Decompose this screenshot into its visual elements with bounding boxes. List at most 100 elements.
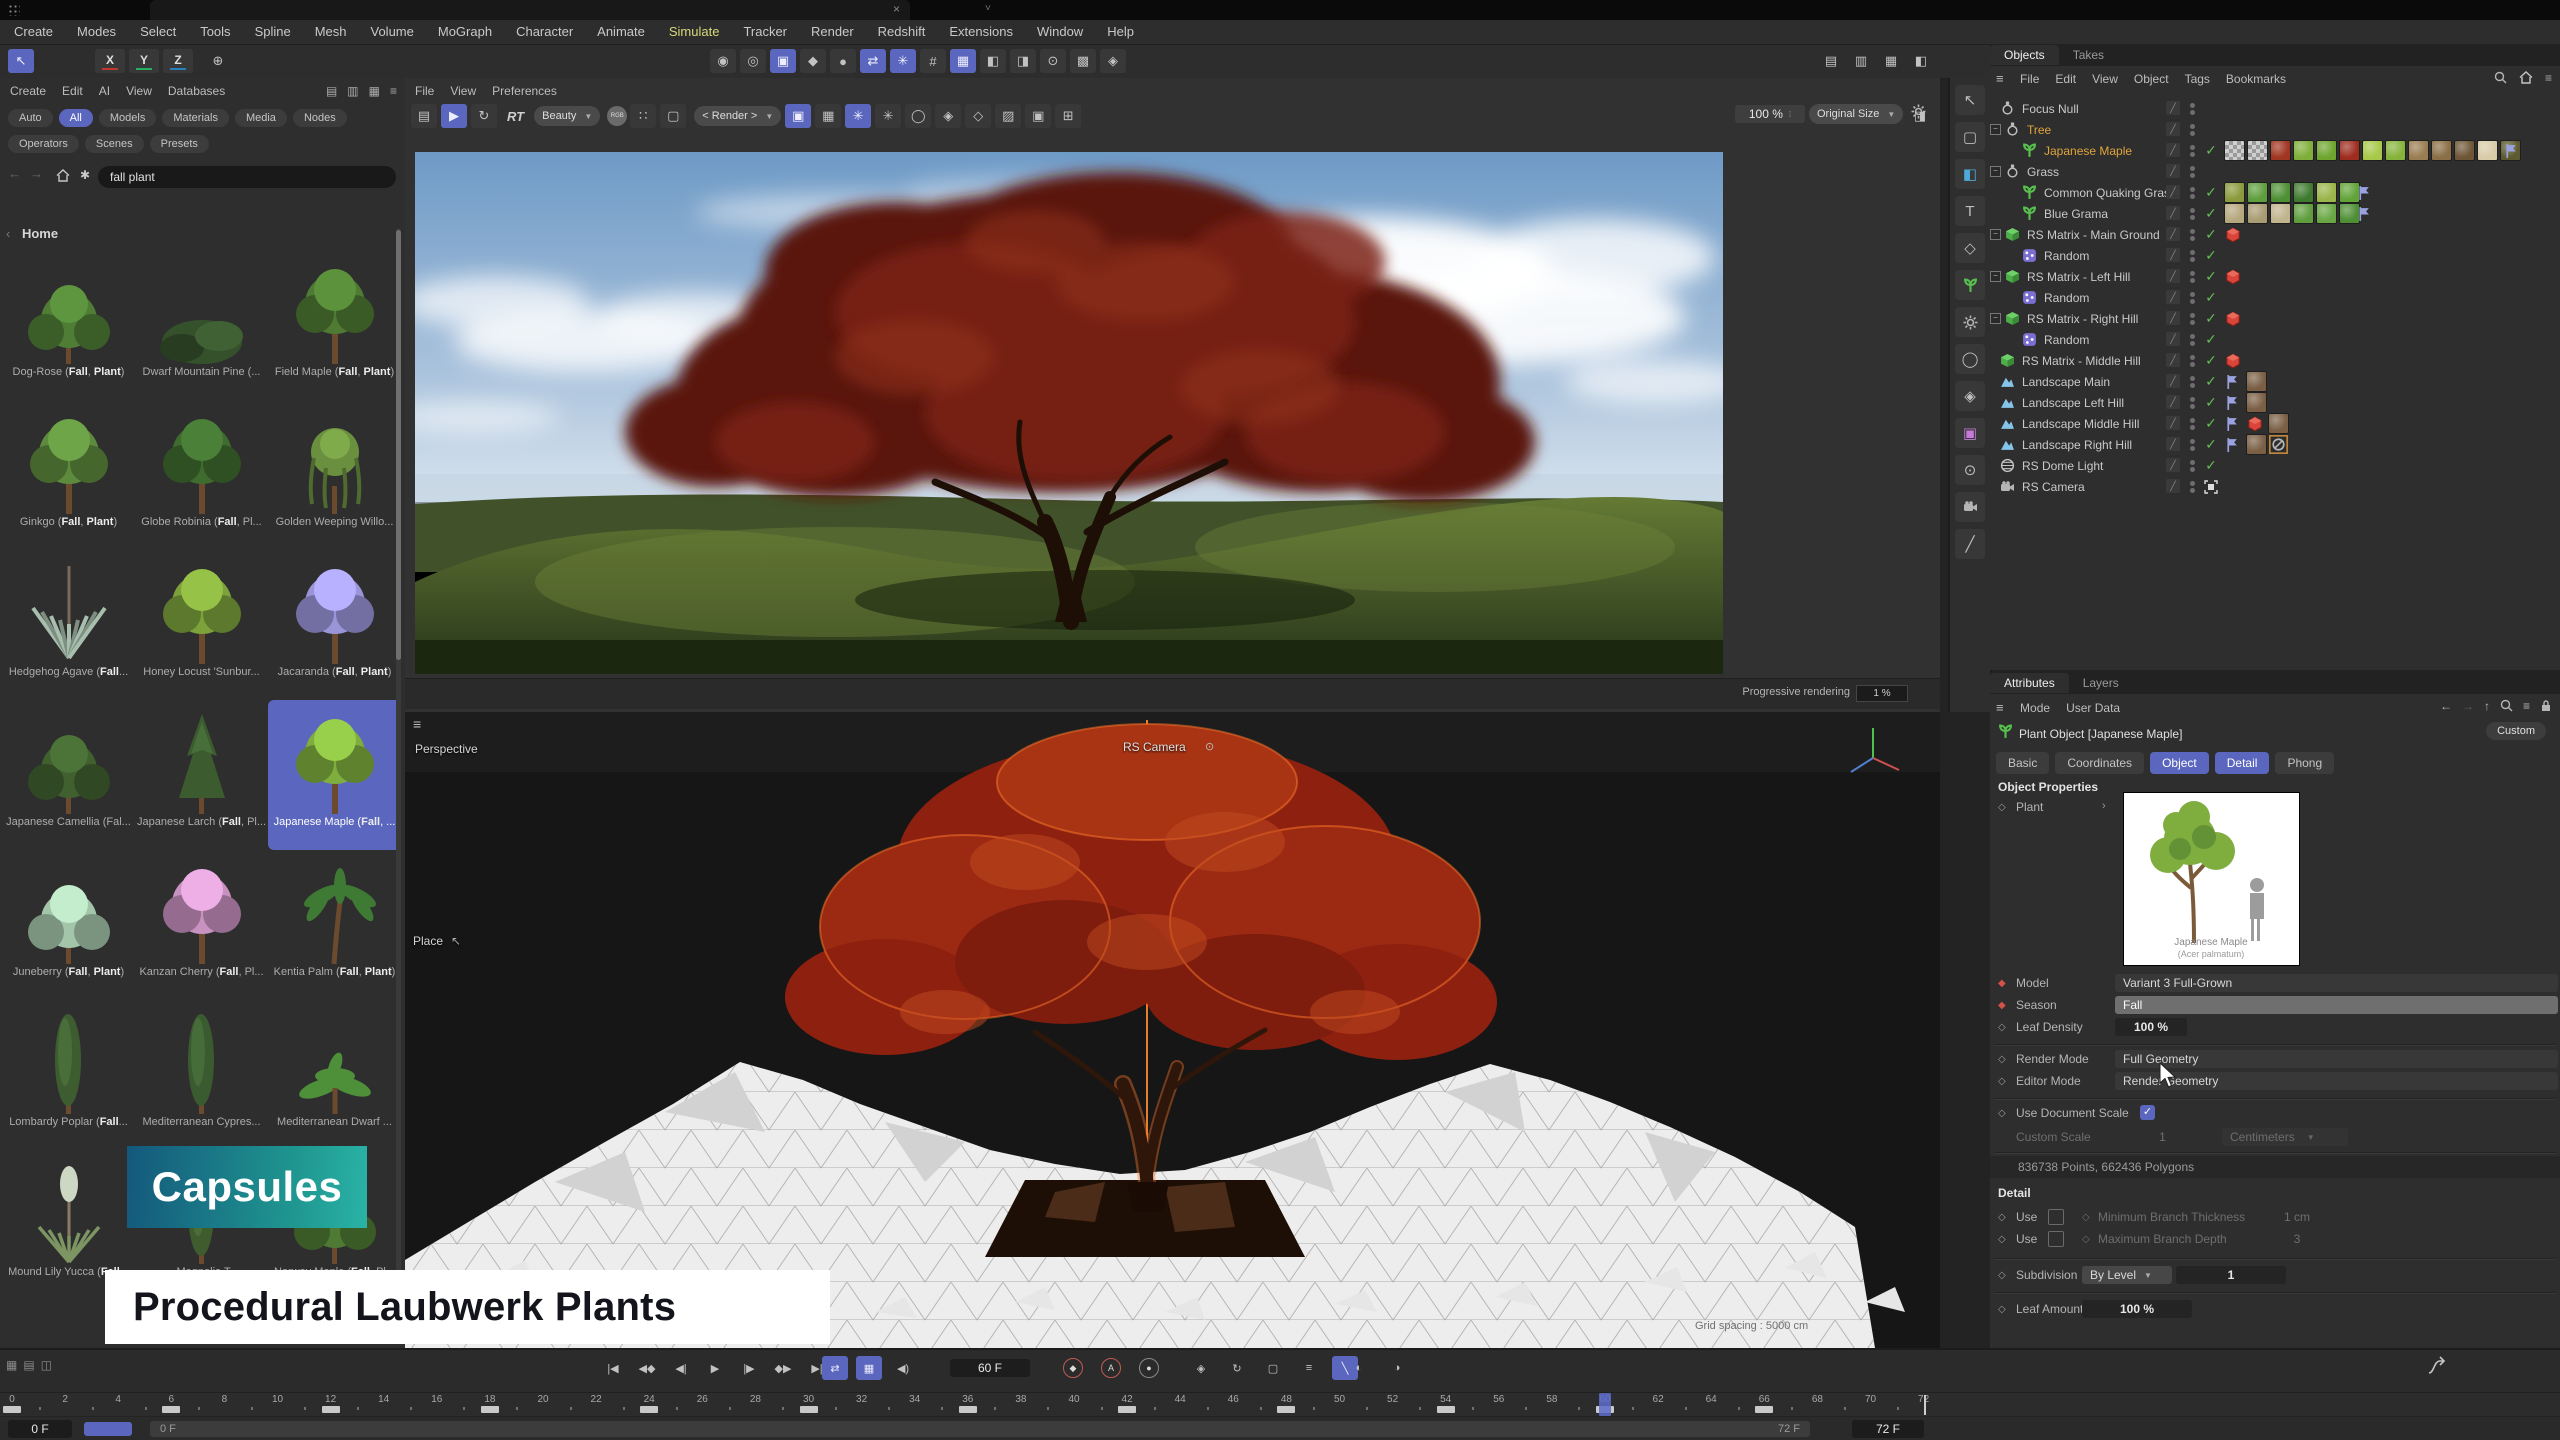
editor-mode-select[interactable]: Render Geometry bbox=[2115, 1072, 2558, 1090]
asset-item[interactable]: Golden Weeping Willo... bbox=[268, 400, 401, 550]
filter-icon[interactable]: ≡ bbox=[2545, 71, 2552, 89]
object-row[interactable]: −Grass╱ bbox=[1990, 161, 2560, 182]
layer-toggle[interactable]: ╱ bbox=[2166, 458, 2180, 472]
asset-scrollbar[interactable] bbox=[396, 228, 401, 1338]
pen-tool-icon[interactable]: ╱ bbox=[1955, 529, 1985, 559]
attr-menu-user-data[interactable]: User Data bbox=[2066, 701, 2120, 715]
dither-icon[interactable]: ∷ bbox=[630, 104, 656, 128]
enabled-check-icon[interactable]: ✓ bbox=[2202, 288, 2220, 307]
redshift-tag-icon[interactable] bbox=[2224, 309, 2242, 328]
axis-z-button[interactable]: Z bbox=[163, 49, 193, 73]
select-tool-icon[interactable]: ↖ bbox=[1955, 85, 1985, 115]
subdivision-mode-select[interactable]: By Level▼ bbox=[2082, 1266, 2172, 1284]
use-doc-scale-checkbox[interactable]: ✓ bbox=[2140, 1105, 2155, 1120]
render-settings-icon[interactable]: ▣ bbox=[770, 49, 796, 73]
ab-tab-all[interactable]: All bbox=[59, 109, 93, 127]
record-position-icon[interactable]: ◈ bbox=[1188, 1356, 1214, 1380]
om-menu-icon[interactable]: ≡ bbox=[1996, 71, 2004, 86]
object-row[interactable]: RS Camera╱ bbox=[1990, 476, 2560, 497]
keyframe-marker[interactable] bbox=[1118, 1406, 1136, 1413]
plant-thumbnail[interactable]: Japanese Maple (Acer palmatum) bbox=[2123, 792, 2300, 966]
history-back-icon[interactable]: ← bbox=[2440, 699, 2452, 715]
zoom-value-field[interactable]: 100 %⁞ bbox=[1735, 105, 1805, 123]
up-icon[interactable]: ↑ bbox=[2484, 699, 2490, 715]
region-tool-icon[interactable]: ▢ bbox=[1955, 122, 1985, 152]
ab-header-icon-1[interactable]: ▥ bbox=[347, 84, 358, 98]
leaf-amount-field[interactable]: 100 % bbox=[2082, 1300, 2192, 1318]
ab-header-icon-2[interactable]: ▦ bbox=[369, 84, 380, 98]
compare-icon[interactable]: ▨ bbox=[995, 104, 1021, 128]
asset-item[interactable]: Juneberry (Fall, Plant) bbox=[2, 850, 135, 1000]
layout-side-icon[interactable]: ◧ bbox=[1908, 49, 1934, 73]
record-keyframe-button[interactable]: ◆ bbox=[1060, 1356, 1086, 1380]
menu-mesh[interactable]: Mesh bbox=[315, 20, 347, 44]
visibility-dots[interactable] bbox=[2188, 204, 2196, 223]
object-row[interactable]: Landscape Main╱✓ bbox=[1990, 371, 2560, 392]
object-row[interactable]: Random╱✓ bbox=[1990, 329, 2560, 350]
uv-tool-icon[interactable]: ▣ bbox=[1955, 418, 1985, 448]
asset-item[interactable]: Dwarf Mountain Pine (... bbox=[135, 250, 268, 400]
enabled-check-icon[interactable]: ✓ bbox=[2202, 435, 2220, 454]
mini-grid-icon[interactable]: ▦ bbox=[6, 1358, 17, 1372]
ab-header-icon-0[interactable]: ▤ bbox=[326, 84, 337, 98]
visibility-dots[interactable] bbox=[2188, 267, 2196, 286]
asset-item[interactable]: Kanzan Cherry (Fall, Pl... bbox=[135, 850, 268, 1000]
sound-button[interactable]: ◀) bbox=[890, 1356, 916, 1380]
perspective-viewport[interactable]: ≡ Perspective RS Camera ⊙ Place↖ Grid sp… bbox=[405, 712, 1940, 1348]
custom-button[interactable]: Custom bbox=[2486, 722, 2546, 740]
annotation-flag-icon[interactable] bbox=[2224, 393, 2240, 412]
enabled-check-icon[interactable]: ✓ bbox=[2202, 204, 2220, 223]
material-swatch[interactable] bbox=[2246, 371, 2267, 392]
layer-toggle[interactable]: ╱ bbox=[2166, 437, 2180, 451]
material-swatch[interactable] bbox=[2270, 140, 2291, 161]
visibility-dots[interactable] bbox=[2188, 456, 2196, 475]
playhead[interactable] bbox=[1599, 1393, 1611, 1416]
keyframe-selection-button[interactable]: ● bbox=[1136, 1356, 1162, 1380]
add-image-icon[interactable]: ⊞ bbox=[1055, 104, 1081, 128]
asset-item[interactable]: Japanese Maple (Fall, ... bbox=[268, 700, 401, 850]
visibility-dots[interactable] bbox=[2188, 477, 2196, 496]
range-track[interactable]: 0 F 72 F bbox=[150, 1421, 1810, 1437]
texture-swatch[interactable] bbox=[2247, 140, 2268, 161]
visibility-dots[interactable] bbox=[2188, 183, 2196, 202]
forward-icon[interactable]: → bbox=[30, 166, 43, 181]
axis-x-button[interactable]: X bbox=[95, 49, 125, 73]
pv-menu-file[interactable]: File bbox=[415, 84, 434, 98]
leaf-density-field[interactable]: 100 % bbox=[2115, 1018, 2187, 1036]
autokey-button[interactable]: A bbox=[1098, 1356, 1124, 1380]
layer-toggle[interactable]: ╱ bbox=[2166, 332, 2180, 346]
layer-toggle[interactable]: ╱ bbox=[2166, 122, 2180, 136]
attr-chip-object[interactable]: Object bbox=[2150, 752, 2209, 774]
asset-item[interactable]: Honey Locust 'Sunbur... bbox=[135, 550, 268, 700]
material-swatch[interactable] bbox=[2224, 203, 2245, 224]
visibility-dots[interactable] bbox=[2188, 288, 2196, 307]
object-row[interactable]: Random╱✓ bbox=[1990, 287, 2560, 308]
ab-tab-scenes[interactable]: Scenes bbox=[85, 135, 144, 153]
asset-item[interactable]: Jacaranda (Fall, Plant) bbox=[268, 550, 401, 700]
visibility-dots[interactable] bbox=[2188, 225, 2196, 244]
keyframe-marker[interactable] bbox=[800, 1406, 818, 1413]
asset-item[interactable]: Ginkgo (Fall, Plant) bbox=[2, 400, 135, 550]
enabled-check-icon[interactable]: ✓ bbox=[2202, 309, 2220, 328]
om-menu-bookmarks[interactable]: Bookmarks bbox=[2226, 72, 2286, 86]
chevron-left-icon[interactable]: ‹ bbox=[6, 226, 10, 241]
camera-target-icon[interactable] bbox=[2202, 477, 2220, 496]
render-select[interactable]: < Render >▼ bbox=[694, 106, 781, 126]
material-swatch[interactable] bbox=[2270, 203, 2291, 224]
annotation-flag-icon[interactable] bbox=[2224, 414, 2240, 433]
material-swatch[interactable] bbox=[2247, 203, 2268, 224]
layer-toggle[interactable]: ╱ bbox=[2166, 101, 2180, 115]
gizmo-icon[interactable]: ◈ bbox=[1100, 49, 1126, 73]
text-tool-icon[interactable]: T bbox=[1955, 196, 1985, 226]
texture-swatch[interactable] bbox=[2224, 140, 2245, 161]
annotation-flag-icon[interactable] bbox=[2356, 183, 2372, 202]
om-tab-objects[interactable]: Objects bbox=[1990, 45, 2059, 65]
menu-spline[interactable]: Spline bbox=[255, 20, 291, 44]
size-select[interactable]: Original Size▼ bbox=[1809, 104, 1903, 124]
redshift-tag-icon[interactable] bbox=[2224, 267, 2242, 286]
om-menu-view[interactable]: View bbox=[2092, 72, 2118, 86]
menu-redshift[interactable]: Redshift bbox=[878, 20, 926, 44]
annotation-flag-icon[interactable] bbox=[2224, 435, 2240, 454]
visibility-dots[interactable] bbox=[2188, 309, 2196, 328]
menu-window[interactable]: Window bbox=[1037, 20, 1083, 44]
